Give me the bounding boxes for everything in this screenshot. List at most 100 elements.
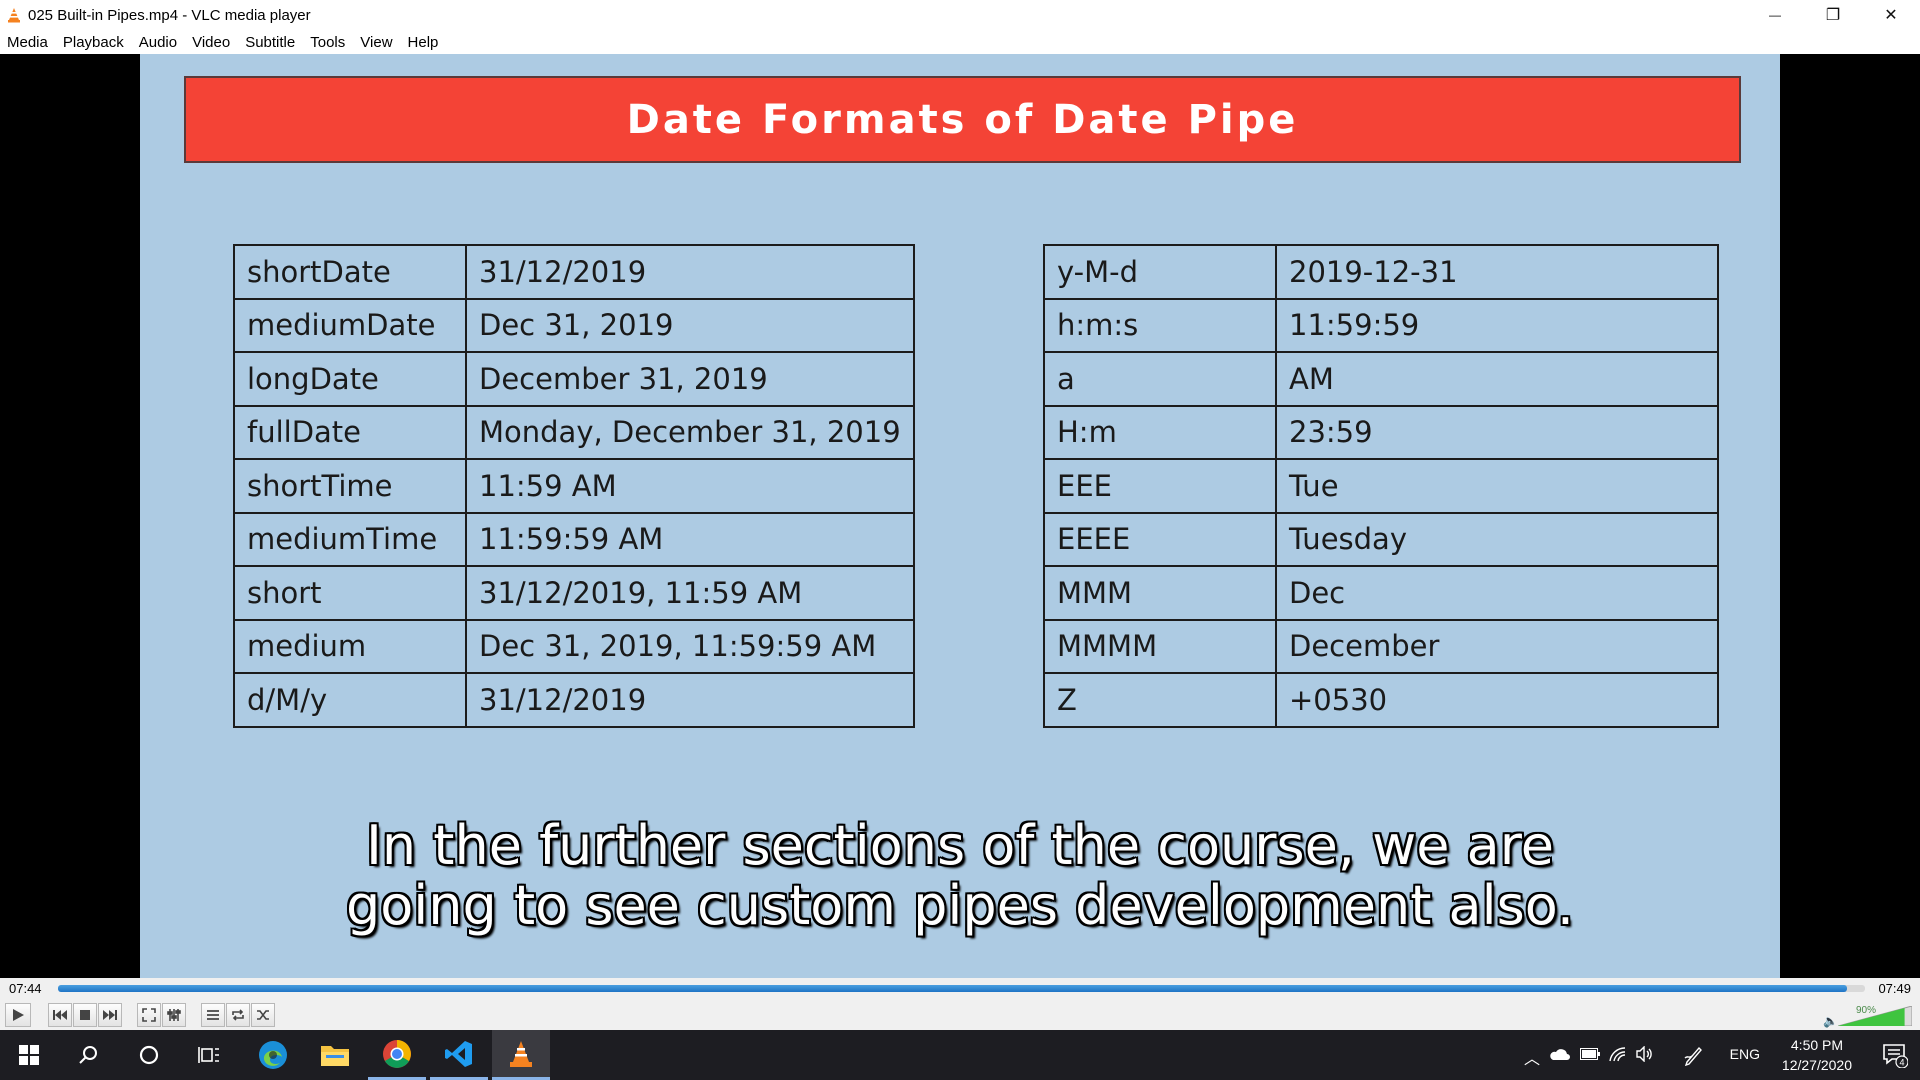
format-table-left-row: short 31/12/2019, 11:59 AM bbox=[233, 565, 915, 621]
subtitle-line-1: In the further sections of the course, w… bbox=[365, 814, 1555, 877]
previous-button[interactable] bbox=[48, 1003, 72, 1027]
vlc-cone-icon[interactable] bbox=[6, 7, 22, 23]
stop-button[interactable] bbox=[73, 1003, 97, 1027]
volume-tray-icon[interactable] bbox=[1635, 1046, 1655, 1062]
format-table-right-row: y-M-d 2019-12-31 bbox=[1043, 244, 1719, 300]
format-example: 11:59:59 bbox=[1275, 297, 1719, 353]
format-example: +0530 bbox=[1275, 672, 1719, 728]
format-example: Dec 31, 2019 bbox=[465, 297, 915, 353]
file-explorer-icon bbox=[321, 1046, 349, 1066]
format-key: MMMM bbox=[1043, 618, 1277, 674]
pen-workspace-icon[interactable] bbox=[1683, 1044, 1705, 1066]
format-example: Tuesday bbox=[1275, 511, 1719, 567]
start-button[interactable] bbox=[0, 1030, 58, 1080]
volume-slider[interactable] bbox=[1838, 1006, 1912, 1026]
format-table-left-row: shortTime 11:59 AM bbox=[233, 458, 915, 514]
menu-media[interactable]: Media bbox=[7, 34, 48, 51]
action-center-button[interactable]: 4 bbox=[1882, 1042, 1909, 1073]
format-example: 31/12/2019 bbox=[465, 244, 915, 300]
wifi-icon[interactable] bbox=[1609, 1046, 1627, 1062]
format-key: d/M/y bbox=[233, 672, 467, 728]
taskbar-file-explorer[interactable] bbox=[306, 1030, 364, 1080]
speaker-icon[interactable]: 🔈 bbox=[1823, 1014, 1838, 1028]
total-time: 07:49 bbox=[1878, 981, 1911, 996]
restore-button[interactable]: ❐ bbox=[1804, 0, 1862, 30]
playlist-icon bbox=[207, 1010, 219, 1020]
format-key: y-M-d bbox=[1043, 244, 1277, 300]
format-example: 23:59 bbox=[1275, 404, 1719, 460]
format-table-left-row: medium Dec 31, 2019, 11:59:59 AM bbox=[233, 618, 915, 674]
seek-bar[interactable] bbox=[58, 985, 1865, 992]
format-key: short bbox=[233, 565, 467, 621]
menu-audio[interactable]: Audio bbox=[139, 34, 177, 51]
next-button[interactable] bbox=[98, 1003, 122, 1027]
format-table-left-row: d/M/y 31/12/2019 bbox=[233, 672, 915, 728]
menu-bar: Media Playback Audio Video Subtitle Tool… bbox=[0, 30, 1920, 54]
taskbar-edge[interactable] bbox=[244, 1030, 302, 1080]
format-key: Z bbox=[1043, 672, 1277, 728]
seek-row: 07:44 07:49 bbox=[0, 978, 1920, 1000]
close-button[interactable]: ✕ bbox=[1862, 0, 1920, 30]
menu-video[interactable]: Video bbox=[192, 34, 230, 51]
format-key: shortDate bbox=[233, 244, 467, 300]
format-example: Dec bbox=[1275, 565, 1719, 621]
menu-playback[interactable]: Playback bbox=[63, 34, 124, 51]
shuffle-icon bbox=[257, 1010, 269, 1020]
restore-icon: ❐ bbox=[1825, 7, 1841, 24]
show-hidden-icons-chevron-icon[interactable]: ︿ bbox=[1524, 1045, 1540, 1069]
menu-view[interactable]: View bbox=[360, 34, 392, 51]
close-icon: ✕ bbox=[1884, 7, 1898, 24]
cortana-button[interactable] bbox=[120, 1030, 178, 1080]
loop-button[interactable] bbox=[226, 1003, 250, 1027]
format-example: 11:59 AM bbox=[465, 458, 915, 514]
format-table-right-row: EEEE Tuesday bbox=[1043, 511, 1719, 567]
search-button[interactable] bbox=[60, 1030, 118, 1080]
clock-time: 4:50 PM bbox=[1790, 1037, 1844, 1053]
taskbar-chrome[interactable] bbox=[368, 1030, 426, 1080]
task-view-button[interactable] bbox=[180, 1030, 238, 1080]
format-example: Tue bbox=[1275, 458, 1719, 514]
play-button[interactable] bbox=[5, 1003, 31, 1027]
format-key: a bbox=[1043, 351, 1277, 407]
play-icon bbox=[13, 1009, 24, 1021]
vlc-icon bbox=[510, 1040, 532, 1067]
stop-icon bbox=[80, 1010, 90, 1020]
menu-help[interactable]: Help bbox=[408, 34, 439, 51]
format-table-left-row: shortDate 31/12/2019 bbox=[233, 244, 915, 300]
edge-icon bbox=[259, 1041, 287, 1069]
menu-tools[interactable]: Tools bbox=[310, 34, 345, 51]
format-key: longDate bbox=[233, 351, 467, 407]
fullscreen-button[interactable] bbox=[137, 1003, 161, 1027]
system-clock[interactable]: 4:50 PM 12/27/2020 bbox=[1782, 1035, 1852, 1075]
format-example: 31/12/2019, 11:59 AM bbox=[465, 565, 915, 621]
input-language[interactable]: ENG bbox=[1730, 1046, 1760, 1062]
taskbar-vlc[interactable] bbox=[492, 1030, 550, 1080]
windows-start-icon bbox=[19, 1045, 39, 1065]
format-key: shortTime bbox=[233, 458, 467, 514]
menu-subtitle[interactable]: Subtitle bbox=[245, 34, 295, 51]
onedrive-cloud-icon[interactable] bbox=[1548, 1047, 1570, 1061]
format-key: mediumDate bbox=[233, 297, 467, 353]
date-format-table-right: y-M-d 2019-12-31 h:m:s 11:59:59 a AM H:m 23:59 E… bbox=[1043, 244, 1719, 728]
format-table-right-row: Z +0530 bbox=[1043, 672, 1719, 728]
format-example: 11:59:59 AM bbox=[465, 511, 915, 567]
shuffle-button[interactable] bbox=[251, 1003, 275, 1027]
video-surface[interactable]: Date Formats of Date Pipe shortDate 31/12… bbox=[0, 54, 1920, 978]
taskbar-vscode[interactable] bbox=[430, 1030, 488, 1080]
subtitle-line-2: going to see custom pipes development al… bbox=[345, 874, 1575, 937]
minimize-button[interactable]: — bbox=[1746, 0, 1804, 30]
seek-progress bbox=[58, 985, 1847, 992]
format-example: AM bbox=[1275, 351, 1719, 407]
next-icon bbox=[103, 1010, 117, 1020]
chrome-icon bbox=[383, 1039, 411, 1068]
notification-count: 4 bbox=[1899, 1058, 1904, 1068]
format-table-right-row: EEE Tue bbox=[1043, 458, 1719, 514]
extended-settings-button[interactable] bbox=[162, 1003, 186, 1027]
format-table-left-row: mediumDate Dec 31, 2019 bbox=[233, 297, 915, 353]
task-view-icon bbox=[198, 1047, 219, 1063]
loop-icon bbox=[232, 1009, 244, 1021]
battery-icon[interactable] bbox=[1580, 1048, 1600, 1060]
slide-title: Date Formats of Date Pipe bbox=[626, 96, 1299, 143]
window-title: 025 Built-in Pipes.mp4 - VLC media playe… bbox=[28, 6, 311, 24]
playlist-button[interactable] bbox=[201, 1003, 225, 1027]
